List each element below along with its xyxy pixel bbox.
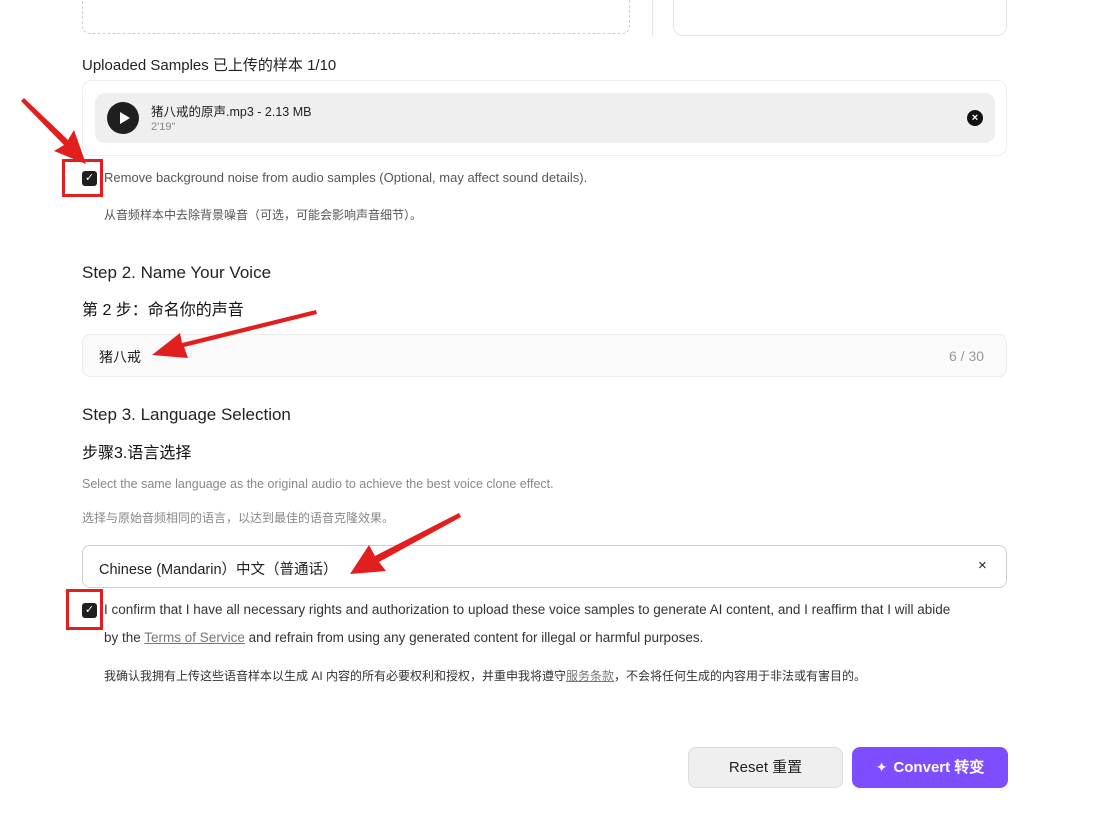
step2-title-cn: 第 2 步：命名你的声音 <box>82 302 244 319</box>
convert-label: Convert 转变 <box>893 759 985 776</box>
consent-prefix: by the <box>104 630 145 645</box>
play-button[interactable] <box>107 102 139 134</box>
clear-icon[interactable]: × <box>978 557 987 574</box>
reset-button[interactable]: Reset 重置 <box>688 747 843 788</box>
record-panel <box>673 0 1007 36</box>
sample-name: 猪八戒的原声.mp3 - 2.13 MB <box>151 105 312 119</box>
step3-title-cn: 步骤3.语言选择 <box>82 445 192 462</box>
convert-button[interactable]: ✦ Convert 转变 <box>852 747 1008 788</box>
consent-checkbox[interactable]: ✓ <box>82 603 97 618</box>
step3-title: Step 3. Language Selection <box>82 405 291 424</box>
consent-text-cn: 我确认我拥有上传这些语音样本以生成 AI 内容的所有必要权利和授权，并重申我将遵… <box>104 667 866 684</box>
sparkle-icon: ✦ <box>875 759 888 775</box>
divider <box>652 0 653 36</box>
annotation-arrow <box>21 98 86 164</box>
uploaded-samples-label: Uploaded Samples 已上传的样本 1/10 <box>82 57 337 74</box>
sample-duration: 2'19" <box>151 121 176 133</box>
close-icon[interactable]: × <box>967 110 983 126</box>
char-counter: 6 / 30 <box>949 348 985 364</box>
language-hint-cn: 选择与原始音频相同的语言，以达到最佳的语音克隆效果。 <box>82 511 395 525</box>
consent-suffix: and refrain from using any generated con… <box>244 630 704 645</box>
terms-of-service-link-cn[interactable]: 服务条款 <box>566 669 614 683</box>
upload-dropzone[interactable] <box>82 0 630 34</box>
consent-cn-prefix: 我确认我拥有上传这些语音样本以生成 AI 内容的所有必要权利和授权，并重申我将遵… <box>104 669 567 683</box>
language-hint: Select the same language as the original… <box>82 477 554 491</box>
consent-text-line2: by the Terms of Service and refrain from… <box>104 630 703 645</box>
voice-name-value: 猪八戒 <box>99 349 141 365</box>
consent-cn-suffix: ，不会将任何生成的内容用于非法或有害目的。 <box>614 669 867 683</box>
language-selected-value: Chinese (Mandarin）中文（普通话） <box>99 562 338 578</box>
consent-text-line1: I confirm that I have all necessary righ… <box>104 602 951 617</box>
voice-name-input[interactable] <box>82 334 1007 377</box>
noise-removal-label: Remove background noise from audio sampl… <box>104 170 588 185</box>
step2-title: Step 2. Name Your Voice <box>82 263 272 282</box>
noise-removal-checkbox[interactable]: ✓ <box>82 171 97 186</box>
noise-removal-label-cn: 从音频样本中去除背景噪音（可选，可能会影响声音细节）。 <box>104 208 423 222</box>
terms-of-service-link[interactable]: Terms of Service <box>144 630 245 645</box>
